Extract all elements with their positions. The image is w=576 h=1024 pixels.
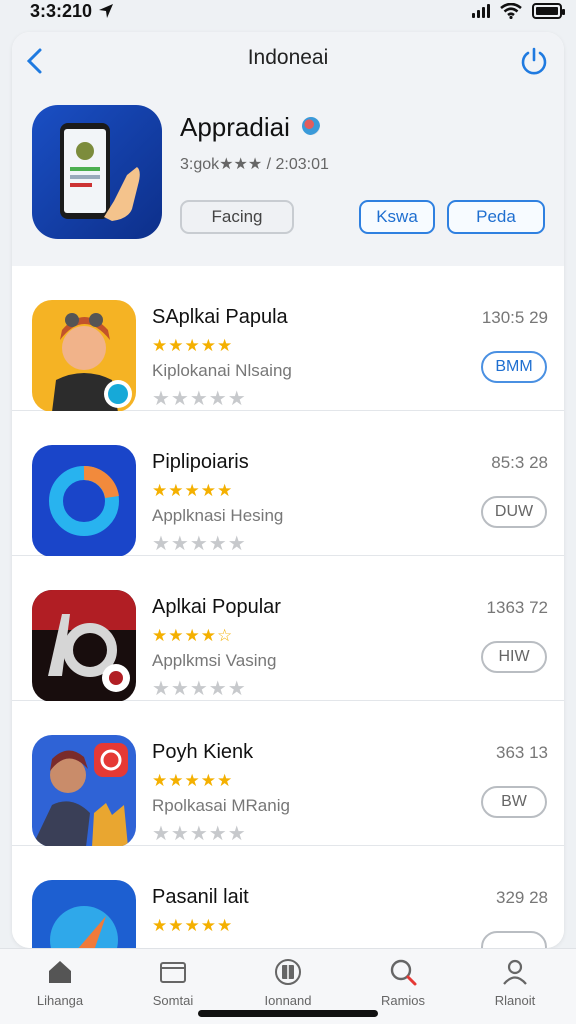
- user-rating-stars[interactable]: ★★★★★: [152, 821, 272, 845]
- character-avatar-icon: [32, 300, 136, 412]
- verified-badge-icon: [302, 117, 320, 135]
- battery-icon: [532, 3, 565, 19]
- user-rating-stars[interactable]: ★★★★★: [152, 531, 272, 555]
- tab-search[interactable]: Ramios: [348, 957, 458, 1013]
- book-icon: [275, 959, 301, 985]
- status-time: 3:3:210: [30, 0, 93, 21]
- list-item[interactable]: Aplkai Popular ★★★★☆ Applkmsi Vasing ★★★…: [12, 556, 564, 702]
- app-detail-card: Indoneai Appradiai 3:gok★★★ / 2:03:01 Fa…: [12, 32, 564, 948]
- app-icon-ring: [32, 445, 136, 557]
- status-right: [472, 3, 565, 19]
- list-item[interactable]: Poyh Kienk ★★★★★ Rpolkasai MRanig ★★★★★ …: [12, 701, 564, 847]
- app-title: Pasanil lait: [152, 886, 249, 908]
- tab-profile[interactable]: Rlanoit: [460, 957, 570, 1013]
- search-icon: [390, 959, 417, 986]
- list-item[interactable]: Pasanil lait ★★★★★ 329 28: [12, 846, 564, 948]
- user-rating-stars[interactable]: ★★★★★: [152, 386, 272, 410]
- power-icon: [521, 47, 547, 75]
- tab-label: Ramios: [380, 993, 426, 1008]
- featured-app-meta: 3:gok★★★ / 2:03:01: [180, 156, 329, 173]
- app-icon-compass: [32, 880, 136, 948]
- featured-app-icon[interactable]: [32, 105, 162, 239]
- kswa-button[interactable]: Kswa: [359, 200, 435, 234]
- folder-icon: [160, 962, 186, 983]
- app-subtitle: Applkmsi Vasing: [152, 651, 277, 670]
- status-left: 3:3:210: [30, 1, 114, 22]
- get-button[interactable]: BW: [481, 786, 547, 818]
- star-rating: ★★★★★: [152, 336, 234, 355]
- app-count: 1363 72: [486, 598, 548, 617]
- star-rating: ★★★★★: [152, 916, 234, 935]
- app-subtitle: Kiplokanai Nlsaing: [152, 361, 292, 380]
- app-count: 85:3 28: [491, 453, 548, 472]
- tab-label: Lihanga: [36, 993, 84, 1008]
- numeral-logo-icon: [32, 590, 136, 702]
- app-count: 329 28: [496, 888, 548, 907]
- status-bar: 3:3:210: [0, 0, 576, 22]
- tab-book[interactable]: Ionnand: [233, 957, 343, 1013]
- tab-label: Ionnand: [264, 993, 312, 1008]
- power-button[interactable]: [519, 46, 549, 76]
- get-button[interactable]: BMM: [481, 351, 547, 383]
- star-rating: ★★★★★: [152, 771, 234, 790]
- tab-folder[interactable]: Somtai: [118, 957, 228, 1013]
- nav-title: Indoneai: [247, 46, 329, 69]
- tab-label: Somtai: [152, 993, 194, 1008]
- featured-app-header: Indoneai Appradiai 3:gok★★★ / 2:03:01 Fa…: [12, 32, 564, 266]
- ring-logo-icon: [32, 445, 136, 557]
- facing-button[interactable]: Facing: [180, 200, 294, 234]
- get-button[interactable]: DUW: [481, 496, 547, 528]
- cellular-signal-icon: [472, 4, 490, 18]
- tab-home[interactable]: Lihanga: [5, 957, 115, 1013]
- star-rating: ★★★★☆: [152, 626, 234, 645]
- get-button[interactable]: HIW: [481, 641, 547, 673]
- game-character-icon: [32, 735, 136, 847]
- app-title: Piplipoiaris: [152, 451, 249, 473]
- home-icon: [49, 961, 71, 983]
- featured-app-title: Appradiai: [180, 112, 290, 142]
- app-count: 130:5 29: [481, 308, 548, 327]
- peda-button[interactable]: Peda: [447, 200, 545, 234]
- wifi-icon: [500, 3, 522, 19]
- app-subtitle: Rpolkasai MRanig: [152, 796, 290, 815]
- app-count: 363 13: [496, 743, 548, 762]
- tab-label: Rlanoit: [494, 993, 536, 1008]
- user-rating-stars[interactable]: ★★★★★: [152, 676, 272, 700]
- app-icon-numeral: [32, 590, 136, 702]
- app-title: Aplkai Popular: [152, 596, 281, 618]
- location-arrow-icon: [99, 4, 114, 18]
- app-title: Poyh Kienk: [152, 741, 254, 763]
- person-icon: [503, 959, 527, 985]
- star-rating: ★★★★★: [152, 481, 234, 500]
- list-item[interactable]: SAplkai Papula ★★★★★ Kiplokanai Nlsaing …: [12, 266, 564, 412]
- list-item[interactable]: Piplipoiaris ★★★★★ Applknasi Hesing ★★★★…: [12, 411, 564, 557]
- app-icon-game: [32, 735, 136, 847]
- app-icon-character: [32, 300, 136, 412]
- app-subtitle: Applknasi Hesing: [152, 506, 284, 525]
- app-title: SAplkai Papula: [152, 306, 288, 328]
- chevron-left-icon: [26, 48, 42, 74]
- phone-hand-icon: [32, 105, 162, 239]
- get-button[interactable]: [481, 931, 547, 948]
- compass-logo-icon: [32, 880, 136, 948]
- back-button[interactable]: [22, 46, 48, 76]
- home-indicator[interactable]: [198, 1010, 378, 1017]
